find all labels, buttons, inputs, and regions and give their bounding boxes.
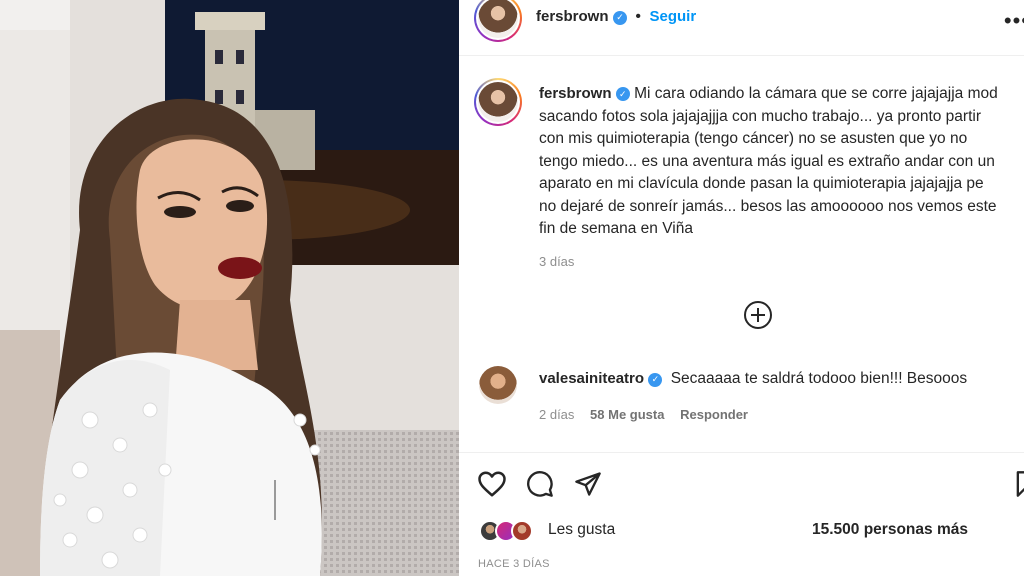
post-detail-panel: fersbrown ✓ • Seguir ••• fersbrown ✓ Mi … xyxy=(459,0,1024,576)
separator-dot: • xyxy=(635,8,642,25)
heart-icon[interactable] xyxy=(477,470,507,498)
post-timestamp[interactable]: HACE 3 DÍAS xyxy=(478,558,550,570)
actions-divider xyxy=(459,452,1024,453)
caption-username[interactable]: fersbrown xyxy=(539,85,612,102)
likes-summary: Les gusta xyxy=(548,521,615,539)
author-username[interactable]: fersbrown xyxy=(536,8,609,25)
caption-line: no dejaré de sonreír jamás... besos las … xyxy=(539,197,997,215)
caption-line: tengo miedo... es una aventura más igual… xyxy=(539,152,995,170)
post-photo[interactable] xyxy=(0,0,459,576)
comment-time[interactable]: 2 días xyxy=(539,407,574,422)
caption-text: fersbrown ✓ Mi cara odiando la cámara qu… xyxy=(539,83,1024,241)
caption-line: Mi cara odiando la cámara que se corre j… xyxy=(634,85,998,102)
verified-badge-icon: ✓ xyxy=(612,10,627,25)
share-icon[interactable] xyxy=(574,470,602,498)
more-options-icon[interactable]: ••• xyxy=(1004,8,1024,34)
liker-avatar xyxy=(511,520,533,542)
follow-button[interactable]: Seguir xyxy=(649,8,696,25)
comment: valesainiteatro ✓ Secaaaaa te saldrá tod… xyxy=(539,370,967,388)
caption-line: sacando fotos sola jajajajjja con mucho … xyxy=(539,107,981,125)
caption-time[interactable]: 3 días xyxy=(539,254,574,269)
plus-circle-icon[interactable] xyxy=(744,301,772,329)
caption-line: aparato en mi clavícula donde pasan la q… xyxy=(539,175,984,192)
bookmark-icon[interactable] xyxy=(1015,470,1024,498)
likes-count[interactable]: 15.500 personas más xyxy=(812,521,968,539)
verified-badge-icon: ✓ xyxy=(615,87,630,102)
caption-avatar[interactable] xyxy=(474,78,522,126)
author-avatar[interactable] xyxy=(474,0,522,42)
commenter-avatar[interactable] xyxy=(479,366,517,404)
comment-text: Secaaaaa te saldrá todooo bien!!! Besooo… xyxy=(670,370,968,387)
reply-button[interactable]: Responder xyxy=(680,407,748,422)
commenter-username[interactable]: valesainiteatro xyxy=(539,370,644,387)
portrait-image xyxy=(0,0,459,576)
comment-likes[interactable]: 58 Me gusta xyxy=(590,407,664,422)
comment-icon[interactable] xyxy=(526,470,554,498)
header-divider xyxy=(459,55,1024,56)
verified-badge-icon: ✓ xyxy=(648,372,663,387)
likes-prefix: Les gusta xyxy=(548,521,616,538)
caption-line: fin de semana en Viña xyxy=(539,220,693,237)
comment-meta: 2 días 58 Me gusta Responder xyxy=(539,407,748,422)
caption-line: con mis quimioterapia (tengo cáncer) no … xyxy=(539,130,968,147)
post-header: fersbrown ✓ • Seguir xyxy=(536,8,696,26)
